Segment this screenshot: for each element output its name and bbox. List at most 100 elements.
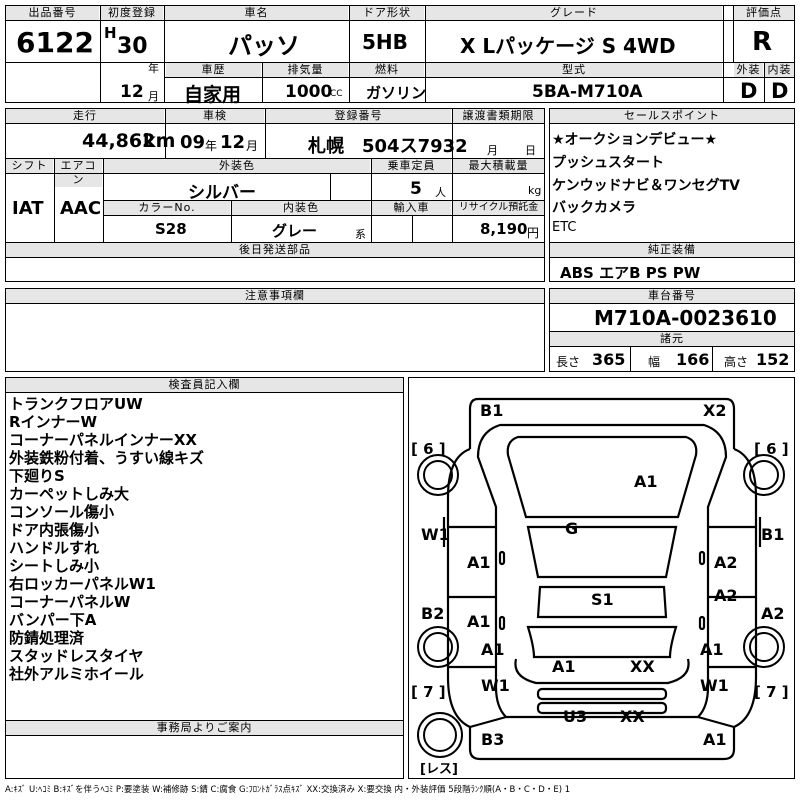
damage-mark: B2 <box>421 604 445 623</box>
tire-tread-rear-left: [ 7 ] <box>411 683 446 701</box>
fuel-label: 燃料 <box>350 63 424 77</box>
score: R <box>752 27 773 57</box>
inspector-note: カーペットしみ大 <box>9 485 130 503</box>
office-label: 事務局よりご案内 <box>6 721 403 735</box>
damage-mark: A1 <box>703 730 727 749</box>
inspector-note: ハンドルすれ <box>9 539 100 557</box>
equipment-label: 純正装備 <box>550 243 794 257</box>
score-label: 評価点 <box>734 6 794 20</box>
year-unit: 年 <box>148 62 159 75</box>
plate-city: 札幌 <box>308 136 344 157</box>
tire-tread-front-right: [ 6 ] <box>754 440 789 458</box>
grade-label: グレード <box>426 6 722 20</box>
selling-points-label: セールスポイント <box>550 109 794 123</box>
inspector-notes: トランクフロアUW RインナーW コーナーパネルインナーXX 外装鉄粉付着、うす… <box>9 395 204 683</box>
reg-year: 30 <box>117 34 148 59</box>
damage-mark: U3 <box>563 707 588 726</box>
capacity-label: 乗車定員 <box>372 159 451 173</box>
yen-unit: 円 <box>527 226 540 240</box>
capacity: 5 <box>410 179 422 199</box>
displacement: 1000 <box>285 82 333 102</box>
kei-unit: 系 <box>355 228 366 241</box>
inspector-note: 下廻りS <box>9 467 65 485</box>
aircon: AAC <box>60 198 102 219</box>
plate-number: 504ス7932 <box>362 136 468 157</box>
car-diagram <box>417 397 785 761</box>
length-label: 長さ <box>556 355 581 369</box>
km-unit: km <box>143 130 176 152</box>
damage-mark: W1 <box>481 676 510 695</box>
inspector-note: トランクフロアUW <box>9 395 143 413</box>
chassis-label: 車台番号 <box>550 289 794 303</box>
width: 166 <box>676 350 710 369</box>
selling-point: バックカメラ <box>552 200 636 216</box>
model: 5BA-M710A <box>532 82 643 102</box>
ext-score: D <box>740 79 758 103</box>
inspector-note: コンソール傷小 <box>9 503 115 521</box>
interior-color-label: 内装色 <box>232 201 370 215</box>
spare-tire: [レス] <box>420 762 458 777</box>
inspector-note: バンパー下A <box>9 611 97 629</box>
transfer-day-unit: 日 <box>525 144 536 157</box>
kg-unit: kg <box>528 184 542 197</box>
damage-mark: A1 <box>634 472 658 491</box>
damage-mark: W1 <box>421 525 450 544</box>
import-label: 輸入車 <box>372 201 451 215</box>
selling-point: プッシュスタート <box>552 155 664 171</box>
disp-label: 排気量 <box>263 63 348 77</box>
damage-mark: XX <box>630 657 655 676</box>
era: H <box>104 24 117 42</box>
inspector-note: コーナーパネルインナーXX <box>9 431 197 449</box>
tire-tread-rear-right: [ 7 ] <box>754 683 789 701</box>
equipment: ABS エアB PS PW <box>560 264 701 282</box>
name-label: 車名 <box>165 6 348 20</box>
chassis-number: M710A-0023610 <box>594 306 777 330</box>
inspector-note: 外装鉄粉付着、うすい線キズ <box>9 449 205 467</box>
first-reg-label: 初度登録 <box>101 6 163 20</box>
damage-mark: A1 <box>552 657 576 676</box>
inspector-note: 右ロッカーパネルW1 <box>9 575 156 593</box>
fuel: ガソリン <box>366 84 427 102</box>
ext-label: 外装 <box>734 63 763 77</box>
door-label: ドア形状 <box>350 6 424 20</box>
later-parts-label: 後日発送部品 <box>6 243 544 257</box>
damage-mark: S1 <box>591 590 614 609</box>
inspector-note: 社外アルミホイール <box>9 665 144 683</box>
selling-point: ケンウッドナビ＆ワンセグTV <box>552 178 740 194</box>
inspector-note: シートしみ小 <box>9 557 100 575</box>
transfer-label: 譲渡書類期限 <box>453 109 544 123</box>
history-label: 車歴 <box>166 63 261 77</box>
damage-mark: B1 <box>761 525 785 544</box>
damage-mark: A1 <box>467 612 491 631</box>
selling-point: ★オークションデビュー★ <box>552 132 718 148</box>
damage-mark: A1 <box>467 553 491 572</box>
damage-mark: XX <box>620 707 645 726</box>
inspector-note: RインナーW <box>9 413 98 431</box>
height: 152 <box>756 350 790 369</box>
damage-mark: A2 <box>714 586 738 605</box>
insp-year-unit: 年 <box>205 139 218 153</box>
recycle-label: リサイクル預託金 <box>453 201 544 215</box>
load-label: 最大積載量 <box>453 159 544 173</box>
inspector-note: コーナーパネルW <box>9 593 131 611</box>
lot-number: 6122 <box>16 26 94 59</box>
person-unit: 人 <box>435 186 446 199</box>
interior-color: グレー <box>272 222 318 240</box>
length: 365 <box>592 350 626 369</box>
mileage-label: 走行 <box>6 109 164 123</box>
transfer-month-unit: 月 <box>487 144 498 157</box>
damage-mark: A1 <box>481 640 505 659</box>
car-name: パッソ <box>228 32 300 60</box>
inspection-label: 車検 <box>166 109 264 123</box>
height-label: 高さ <box>724 355 749 369</box>
inspector-label: 検査員記入欄 <box>6 378 403 392</box>
color-no-label: カラーNo. <box>104 201 230 215</box>
door-type: 5HB <box>362 30 408 54</box>
plate-label: 登録番号 <box>266 109 451 123</box>
shift: IAT <box>12 198 44 219</box>
insp-month: 12 <box>220 132 246 153</box>
damage-mark: A2 <box>714 553 738 572</box>
legend: A:ｷｽﾞ U:ﾍｺﾐ B:ｷｽﾞを伴うﾍｺﾐ P:要塗装 W:補修跡 S:錆 … <box>5 785 571 795</box>
reg-month: 12 <box>120 82 144 102</box>
damage-mark: A1 <box>700 640 724 659</box>
